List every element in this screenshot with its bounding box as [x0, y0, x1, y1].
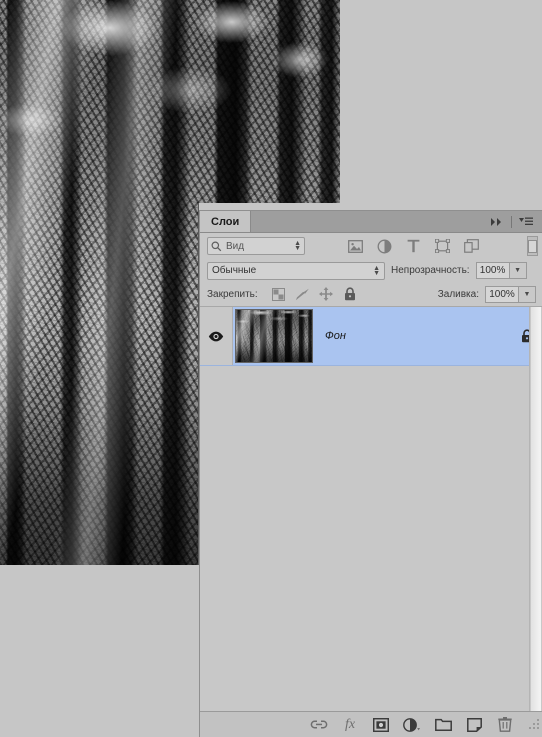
shape-layers-filter-icon[interactable]: [434, 238, 451, 255]
blend-mode-value: Обычные: [212, 265, 257, 276]
forest-photo-thumbnail: [236, 310, 312, 362]
layer-styles-fx-icon[interactable]: fx: [340, 715, 360, 735]
header-spacer: [251, 211, 486, 232]
layers-panel-footer: fx: [200, 711, 542, 737]
opacity-label: Непрозрачность:: [391, 265, 470, 276]
header-divider: [511, 215, 512, 228]
scrollbar-track[interactable]: [531, 307, 541, 711]
fx-label: fx: [344, 716, 356, 732]
forest-photo: [0, 0, 340, 203]
delete-layer-icon[interactable]: [495, 715, 515, 735]
blend-mode-row: Обычные ▲ ▼ Непрозрачность: 100% ▼: [200, 259, 542, 282]
lock-all-icon[interactable]: [343, 287, 358, 302]
filter-enable-toggle[interactable]: [527, 236, 538, 256]
document-image-lower[interactable]: [0, 203, 199, 565]
fill-input[interactable]: 100%: [485, 285, 519, 303]
tab-layers[interactable]: Слои: [200, 211, 252, 232]
layer-thumbnail[interactable]: [235, 309, 313, 363]
opacity-control[interactable]: 100% ▼: [475, 262, 527, 279]
opacity-input[interactable]: 100%: [475, 262, 510, 279]
table-row[interactable]: Фон: [200, 307, 542, 366]
layers-panel[interactable]: Слои Вид ▲ ▼ Обычные ▲ ▼ Непрозрачность:…: [199, 210, 542, 737]
fill-label: Заливка:: [437, 288, 479, 300]
blend-mode-select[interactable]: Обычные ▲ ▼: [207, 261, 385, 280]
smart-object-filter-icon[interactable]: [463, 238, 480, 255]
double-chevron-right-icon[interactable]: [486, 211, 508, 232]
lock-transparent-pixels-icon[interactable]: [271, 287, 286, 302]
header-buttons: [486, 211, 542, 232]
spinner-down-arrow: ▼: [294, 245, 301, 252]
document-image-upper[interactable]: [0, 0, 340, 203]
magnifier-icon: [211, 241, 222, 252]
eye-icon: [208, 331, 224, 342]
lock-image-pixels-icon[interactable]: [295, 287, 310, 302]
layer-filter-row: Вид ▲ ▼: [200, 233, 542, 259]
type-layers-filter-icon[interactable]: [405, 238, 422, 255]
adjustment-layers-filter-icon[interactable]: [376, 238, 393, 255]
filter-type-select[interactable]: Вид ▲ ▼: [207, 237, 305, 255]
opacity-dropdown-arrow[interactable]: ▼: [509, 262, 527, 279]
pixel-layers-filter-icon[interactable]: [347, 238, 364, 255]
layer-visibility-toggle[interactable]: [200, 307, 233, 365]
fill-dropdown-arrow[interactable]: ▼: [519, 285, 536, 303]
lock-label: Закрепить:: [207, 288, 258, 300]
fill-control[interactable]: 100% ▼: [485, 285, 536, 303]
tab-layers-label: Слои: [211, 215, 240, 228]
blend-mode-spinner: ▲ ▼: [373, 265, 380, 277]
layer-list-scrollbar[interactable]: [529, 307, 542, 711]
new-group-icon[interactable]: [433, 715, 453, 735]
filter-icon-group: [347, 238, 480, 255]
filter-spinner[interactable]: ▲ ▼: [294, 240, 301, 252]
new-layer-icon[interactable]: [464, 715, 484, 735]
panel-header: Слои: [200, 211, 542, 233]
layer-list[interactable]: Фон: [200, 306, 542, 711]
filter-type-value: Вид: [226, 240, 245, 252]
layer-name-label[interactable]: Фон: [313, 330, 512, 342]
forest-photo: [0, 203, 198, 565]
spinner-down-arrow: ▼: [373, 269, 380, 277]
add-layer-mask-icon[interactable]: [371, 715, 391, 735]
new-adjustment-layer-icon[interactable]: [402, 715, 422, 735]
panel-menu-icon[interactable]: [515, 211, 537, 232]
lock-icon-group: [271, 287, 358, 302]
resize-grip-icon[interactable]: [528, 718, 540, 731]
link-layers-icon[interactable]: [309, 715, 329, 735]
lock-position-icon[interactable]: [319, 287, 334, 302]
lock-row: Закрепить: Заливка: 100% ▼: [200, 282, 542, 306]
